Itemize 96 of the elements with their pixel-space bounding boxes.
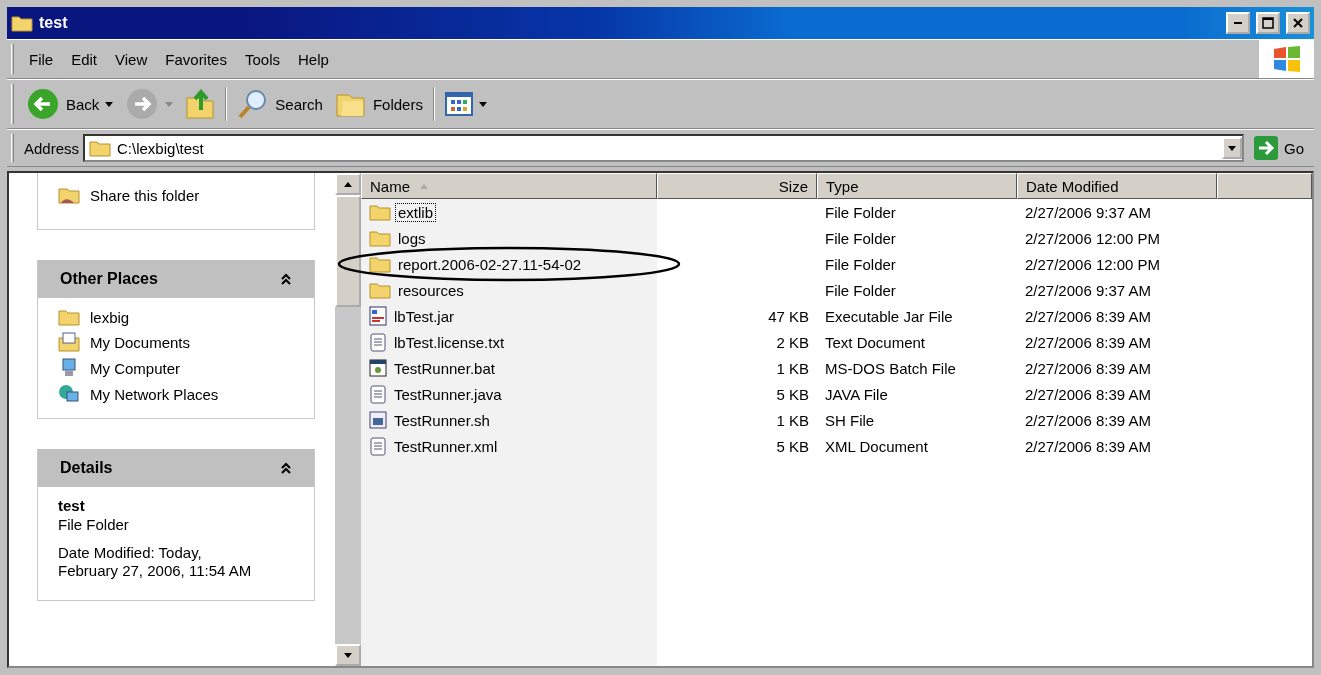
folder-icon (369, 281, 391, 299)
text-file-icon (369, 436, 387, 456)
scroll-down-button[interactable] (335, 644, 361, 666)
place-link[interactable]: My Network Places (58, 384, 294, 404)
size-text: 5 KB (776, 385, 809, 403)
date-text: 2/27/2006 9:37 AM (1025, 281, 1151, 299)
folder-icon (58, 308, 80, 326)
menu-item[interactable]: View (106, 42, 157, 76)
type-text: File Folder (825, 255, 896, 273)
scroll-up-button[interactable] (335, 173, 361, 195)
dropdown-arrow-icon (105, 101, 114, 107)
date-text: 2/27/2006 12:00 PM (1025, 255, 1161, 273)
column-header[interactable]: Size (657, 173, 817, 199)
scrollbar[interactable] (335, 173, 361, 666)
date-text: 2/27/2006 8:39 AM (1025, 385, 1151, 403)
close-button[interactable] (1286, 12, 1310, 34)
address-label: Address (23, 139, 81, 157)
type-text: JAVA File (825, 385, 888, 403)
minimize-button[interactable] (1226, 12, 1250, 34)
dropdown-arrow-icon (478, 101, 487, 107)
scroll-thumb[interactable] (335, 195, 361, 307)
column-header[interactable]: Name (361, 173, 657, 199)
collapse-chevron-icon[interactable] (280, 462, 292, 474)
dropdown-arrow-icon (165, 101, 174, 107)
size-text: 1 KB (776, 359, 809, 377)
column-header[interactable]: Date Modified (1017, 173, 1217, 199)
collapse-chevron-icon[interactable] (280, 273, 292, 285)
type-text: SH File (825, 411, 875, 429)
sort-arrow-icon (420, 183, 428, 189)
menu-item[interactable]: Edit (62, 42, 107, 76)
type-text: Text Document (825, 333, 926, 351)
folder-icon (11, 14, 33, 32)
size-text: 1 KB (776, 411, 809, 429)
folders-button[interactable]: Folders (328, 83, 429, 125)
size-text: 5 KB (776, 437, 809, 455)
type-text: XML Document (825, 437, 928, 455)
folder-icon (369, 203, 391, 221)
panel-title: Other Places (60, 270, 158, 288)
file-name[interactable]: lbTest.jar (391, 306, 458, 326)
minimize-icon (1234, 22, 1242, 24)
column-header[interactable]: Type (817, 173, 1017, 199)
place-link[interactable]: lexbig (58, 308, 294, 326)
documents-folder-icon (58, 332, 80, 352)
date-text: 2/27/2006 9:37 AM (1025, 203, 1151, 221)
scroll-up-arrow-icon (344, 181, 352, 187)
type-text: Executable Jar File (825, 307, 953, 325)
type-text: File Folder (825, 281, 896, 299)
file-name[interactable]: resources (395, 280, 467, 300)
text-file-icon (369, 384, 387, 404)
folder-icon (369, 229, 391, 247)
address-value: C:\lexbig\test (117, 139, 204, 157)
details-name: test (58, 497, 86, 514)
folder-icon (369, 255, 391, 273)
details-type: File Folder (58, 516, 130, 534)
share-folder-icon (58, 185, 80, 205)
up-folder-icon (185, 88, 216, 120)
close-icon (1292, 17, 1304, 29)
details-date: Date Modified: Today, February 27, 2006, 11:54 AM (58, 544, 253, 580)
menu-item[interactable]: Tools (235, 42, 289, 76)
go-button[interactable]: Go (1244, 132, 1314, 164)
date-text: 2/27/2006 8:39 AM (1025, 307, 1151, 325)
type-text: MS-DOS Batch File (825, 359, 956, 377)
date-text: 2/27/2006 12:00 PM (1025, 229, 1161, 247)
back-button[interactable]: Back (20, 81, 120, 127)
file-name[interactable]: extlib (395, 202, 437, 222)
menu-item[interactable]: Favorites (156, 42, 236, 76)
place-link[interactable]: My Documents (58, 332, 294, 352)
views-icon (444, 92, 473, 116)
batch-file-icon (369, 358, 387, 378)
type-text: File Folder (825, 203, 896, 221)
folder-icon (89, 139, 112, 157)
search-button[interactable]: Search (231, 82, 329, 126)
dropdown-arrow-icon (1228, 145, 1236, 151)
panel-title: Details (60, 459, 113, 477)
address-field[interactable]: C:\lexbig\test (83, 134, 1244, 162)
scroll-down-arrow-icon (344, 652, 352, 658)
date-text: 2/27/2006 8:39 AM (1025, 437, 1151, 455)
dropdown-button[interactable] (1222, 137, 1242, 159)
network-icon (58, 384, 80, 404)
menu-item[interactable]: Help (289, 42, 338, 76)
script-file-icon (369, 410, 387, 430)
maximize-icon (1262, 17, 1274, 29)
share-folder-link[interactable]: Share this folder (58, 185, 294, 205)
type-text: File Folder (825, 229, 896, 247)
text-file-icon (369, 332, 387, 352)
place-link[interactable]: My Computer (58, 358, 294, 378)
maximize-button[interactable] (1256, 12, 1280, 34)
date-text: 2/27/2006 8:39 AM (1025, 359, 1151, 377)
size-text: 2 KB (776, 333, 809, 351)
size-text: 47 KB (768, 307, 809, 325)
window-title: test (39, 14, 69, 32)
jar-file-icon (369, 306, 387, 326)
date-text: 2/27/2006 8:39 AM (1025, 411, 1151, 429)
menu-item[interactable]: File (20, 42, 63, 76)
date-text: 2/27/2006 8:39 AM (1025, 333, 1151, 351)
file-name[interactable]: logs (395, 228, 429, 248)
